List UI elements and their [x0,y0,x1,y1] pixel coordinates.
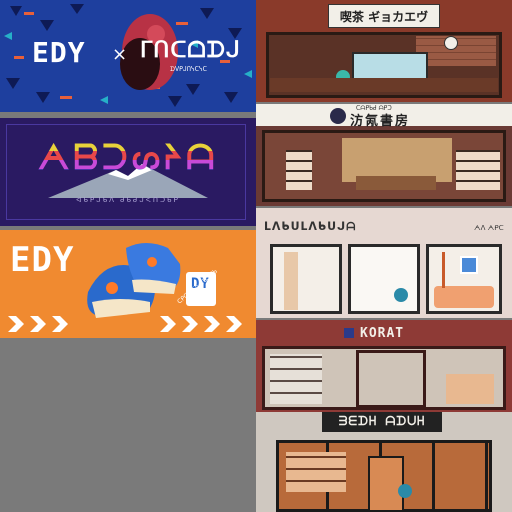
mountain-logo: ᗅᗷᑐᔕᔨᗩ [28,138,228,178]
bookstore-storefront: ᑕᗩᑭᑲᑯ ᗩᑭᑐ 汸氝書房 [256,104,512,206]
furniture-door [348,244,420,314]
coat-rack-icon [442,252,445,288]
mountain-tagline: ᐊᑲᑭᒍᑲᐱ ᑯᑲᑯᒍᐸᑎᑐᑲᑭ [76,196,180,204]
mall-sign: ᗱᗴᗪᕼ ᗩᗪᑌᕼ [338,414,426,428]
furniture-sign: ᒪᐱᑲᑌᒪᐱᑲᑌᒍᗩ [264,220,357,233]
cafe-sign: 喫茶 ギョカエヴ [339,10,429,24]
plant-icon [394,288,408,302]
plant-icon [398,484,412,498]
mall-storefront: ᗱᗴᗪᕼ ᗩᗪᑌᕼ [256,412,512,512]
korat-logo-icon [344,328,354,338]
bookstore-shelf-left [286,150,312,190]
cafe-storefront: 喫茶 ギョカエヴ [256,0,512,102]
furniture-picture [460,256,478,274]
mountain-banner: ᗅᗷᑐᔕᔨᗩ ᐊᑲᑭᒍᑲᐱ ᑯᑲᑯᒍᐸᑎᑐᑲᑭ [0,118,256,226]
korat-shelves [270,354,322,404]
korat-doorframe [356,350,426,408]
korat-sign: KORAT [360,326,405,341]
korat-storefront: KORAT [256,320,512,412]
korat-cabinet [446,374,494,404]
furniture-shelf [284,252,298,310]
collab-x-mark: × [112,44,128,65]
collab-banner: EDY × ᒥᑎᑕᗝᗪᒍ ᗪᐯᑭᒍᑎᓭᑕᓭᑕ [0,0,256,112]
cafe-counter [270,78,498,92]
clock-icon [444,36,458,50]
bookstore-sign: 汸氝書房 [350,114,411,129]
furniture-sofa [434,286,494,308]
furniture-storefront: ᒪᐱᑲᑌᒪᐱᑲᑌᒍᗩ ᗅᐱ ᗅᑭᑕ [256,208,512,318]
mall-shelf [286,452,346,492]
bookstore-logo-icon [330,108,346,124]
furniture-sign-right: ᗅᐱ ᗅᑭᑕ [474,224,504,232]
bookstore-table [356,176,436,190]
shoe-banner: EDY DY ᑕᑭᑕᓭ ᑕᐱ ᑕᑲᒍ ᑭᑲ [0,230,256,338]
shoe-logo: EDY [10,240,75,280]
furniture-window-left [270,244,342,314]
collab-partner-logo: ᒥᑎᑕᗝᗪᒍ [140,38,241,63]
bookstore-shelf-right [456,150,500,190]
collab-logo: EDY [32,36,86,69]
mall-door [368,456,404,512]
collab-caption: ᗪᐯᑭᒍᑎᓭᑕᓭᑕ [170,66,208,73]
